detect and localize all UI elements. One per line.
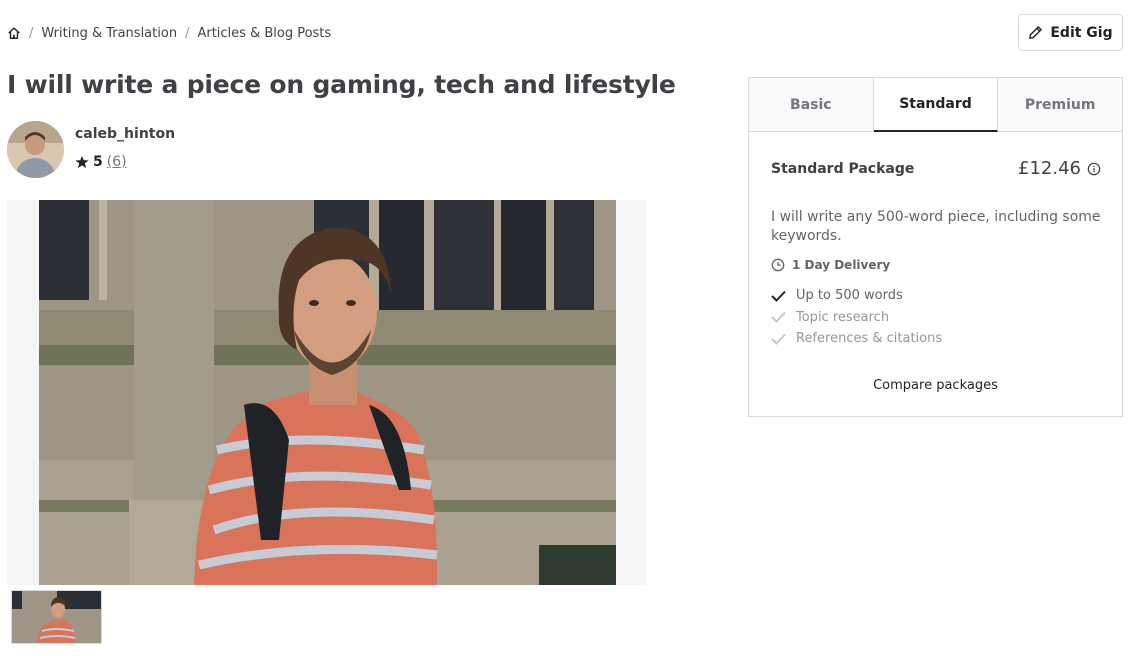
home-icon[interactable] bbox=[7, 26, 21, 40]
edit-gig-label: Edit Gig bbox=[1050, 24, 1113, 41]
check-icon bbox=[771, 333, 786, 345]
feature-item: References & citations bbox=[771, 328, 942, 350]
tab-premium[interactable]: Premium bbox=[998, 78, 1123, 131]
price-value: £12.46 bbox=[1018, 158, 1081, 179]
breadcrumb: / Writing & Translation / Articles & Blo… bbox=[7, 24, 331, 42]
gig-gallery bbox=[7, 200, 646, 585]
avatar[interactable] bbox=[7, 121, 64, 178]
delivery-time: 1 Day Delivery bbox=[771, 258, 890, 272]
feature-label: References & citations bbox=[796, 331, 943, 347]
compare-packages-link[interactable]: Compare packages bbox=[749, 378, 1122, 393]
edit-gig-button[interactable]: Edit Gig bbox=[1018, 14, 1123, 51]
package-card: Basic Standard Premium Standard Package … bbox=[748, 77, 1123, 417]
breadcrumb-item-writing-translation[interactable]: Writing & Translation bbox=[41, 26, 177, 41]
seller-name[interactable]: caleb_hinton bbox=[75, 126, 175, 142]
feature-label: Topic research bbox=[796, 309, 890, 325]
star-icon bbox=[75, 155, 89, 169]
package-header: Standard Package £12.46 bbox=[771, 158, 1101, 179]
review-count-link[interactable]: (6) bbox=[107, 154, 127, 170]
delivery-label: 1 Day Delivery bbox=[792, 258, 891, 272]
package-tabs: Basic Standard Premium bbox=[749, 78, 1123, 132]
tab-basic[interactable]: Basic bbox=[749, 78, 874, 131]
check-icon bbox=[771, 290, 786, 302]
gallery-thumbnail[interactable] bbox=[11, 590, 102, 644]
gig-main-image[interactable] bbox=[39, 200, 616, 585]
package-price: £12.46 bbox=[1018, 158, 1101, 179]
breadcrumb-item-articles-blog-posts[interactable]: Articles & Blog Posts bbox=[197, 26, 331, 41]
feature-item: Topic research bbox=[771, 307, 942, 329]
breadcrumb-separator: / bbox=[29, 25, 34, 41]
info-icon[interactable] bbox=[1087, 162, 1101, 176]
seller-rating: 5 (6) bbox=[75, 154, 127, 170]
package-name: Standard Package bbox=[771, 160, 915, 177]
package-features: Up to 500 words Topic research Reference… bbox=[771, 285, 942, 350]
clock-icon bbox=[771, 258, 785, 272]
feature-label: Up to 500 words bbox=[796, 288, 903, 304]
pencil-icon bbox=[1029, 26, 1043, 39]
feature-item: Up to 500 words bbox=[771, 285, 942, 307]
rating-score: 5 bbox=[93, 154, 103, 170]
check-icon bbox=[771, 312, 786, 324]
gig-title: I will write a piece on gaming, tech and… bbox=[7, 70, 676, 99]
package-description: I will write any 500-word piece, includi… bbox=[771, 209, 1101, 244]
breadcrumb-separator: / bbox=[185, 25, 190, 41]
tab-standard[interactable]: Standard bbox=[873, 78, 999, 132]
